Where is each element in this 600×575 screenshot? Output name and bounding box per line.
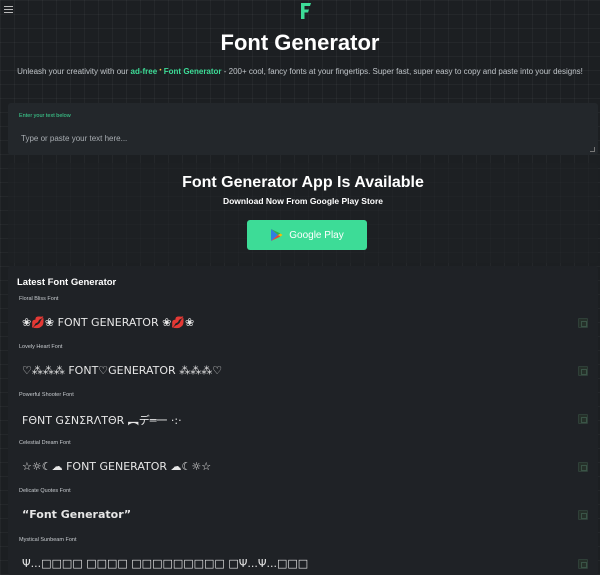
- font-item-celestial-dream: Celestial Dream Font ☆☼☾☁ FONT GENERATOR…: [8, 440, 598, 488]
- menu-icon[interactable]: [4, 6, 13, 15]
- copy-button[interactable]: [578, 318, 588, 328]
- font-sample[interactable]: FΘNT GΣNΣRΛTΘR ︻デ═一 ·:·: [22, 412, 182, 428]
- google-play-icon: [271, 229, 283, 241]
- logo-icon[interactable]: [299, 2, 313, 20]
- app-promo-panel: Font Generator App Is Available Download…: [8, 163, 598, 263]
- ad-free-highlight: ad-free: [130, 67, 158, 76]
- font-item-powerful-shooter: Powerful Shooter Font FΘNT GΣNΣRΛTΘR ︻デ═…: [8, 392, 598, 440]
- text-input-panel: Enter your text below: [8, 103, 598, 155]
- copy-button[interactable]: [578, 414, 588, 424]
- google-play-label: Google Play: [289, 229, 344, 241]
- app-promo-title: Font Generator App Is Available: [182, 174, 424, 191]
- copy-button[interactable]: [578, 462, 588, 472]
- font-name: Celestial Dream Font: [19, 440, 71, 446]
- font-item-mystical-sunbeam: Mystical Sunbeam Font Ψ...□□□□ □□□□ □□□□…: [8, 537, 598, 575]
- font-sample[interactable]: Ψ...□□□□ □□□□ □□□□□□□□□ □Ψ...Ψ...□□□: [22, 557, 308, 570]
- dot-separator: •: [159, 68, 162, 74]
- resize-handle[interactable]: [590, 147, 595, 152]
- font-name: Delicate Quotes Font: [19, 488, 71, 494]
- font-name: Mystical Sunbeam Font: [19, 537, 77, 543]
- font-name: Lovely Heart Font: [19, 344, 63, 350]
- page-title: Font Generator: [220, 30, 380, 55]
- font-name: Powerful Shooter Font: [19, 392, 74, 398]
- font-sample[interactable]: ☆☼☾☁ FONT GENERATOR ☁☾☼☆: [22, 460, 211, 473]
- font-list-title: Latest Font Generator: [17, 277, 117, 288]
- font-sample[interactable]: ♡⁂⁂⁂ FONT♡GENERATOR ⁂⁂⁂♡: [22, 364, 222, 377]
- copy-button[interactable]: [578, 559, 588, 569]
- font-generator-highlight: Font Generator: [163, 67, 222, 76]
- google-play-button[interactable]: Google Play: [247, 220, 367, 250]
- font-item-floral-bliss: Floral Bliss Font ❀💋❀ FONT GENERATOR ❀💋❀: [8, 296, 598, 344]
- app-promo-subtitle: Download Now From Google Play Store: [222, 196, 384, 206]
- copy-button[interactable]: [578, 366, 588, 376]
- text-input[interactable]: [18, 125, 594, 151]
- font-list: Latest Font Generator Floral Bliss Font …: [8, 266, 598, 575]
- font-sample[interactable]: ❀💋❀ FONT GENERATOR ❀💋❀: [22, 316, 194, 329]
- font-name: Floral Bliss Font: [19, 296, 59, 302]
- font-item-lovely-heart: Lovely Heart Font ♡⁂⁂⁂ FONT♡GENERATOR ⁂⁂…: [8, 344, 598, 392]
- font-sample[interactable]: “Font Generator”: [22, 508, 131, 521]
- input-label: Enter your text below: [19, 113, 71, 119]
- page-subtitle: Unleash your creativity with our ad-free…: [17, 67, 583, 76]
- copy-button[interactable]: [578, 510, 588, 520]
- font-item-delicate-quotes: Delicate Quotes Font “Font Generator”: [8, 488, 598, 536]
